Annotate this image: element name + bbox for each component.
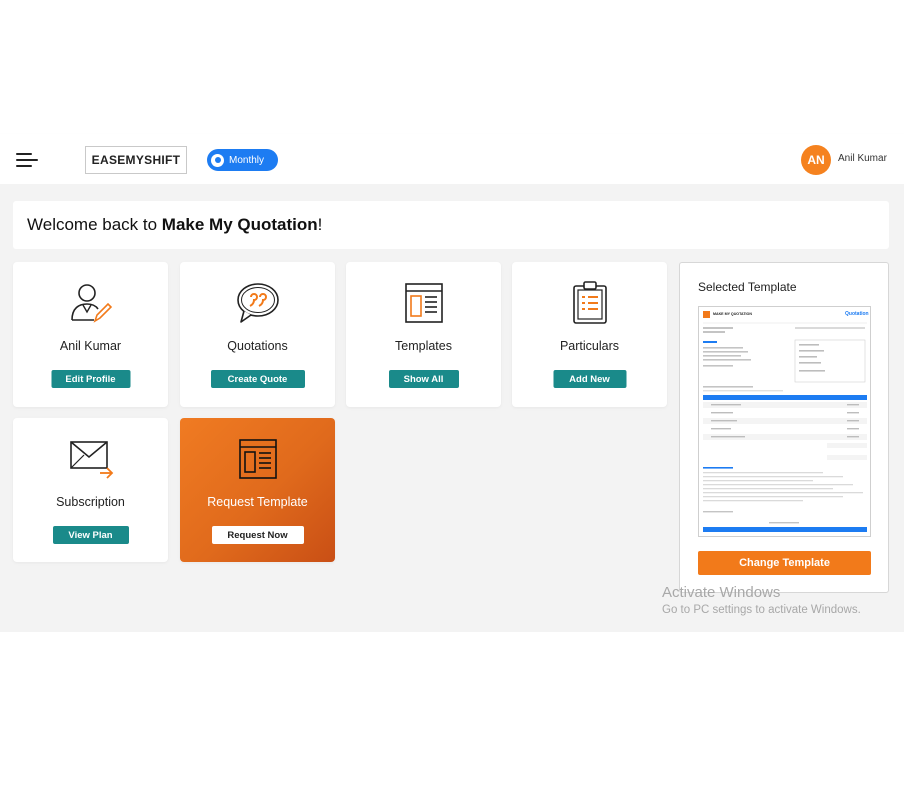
template-layout-icon <box>404 283 443 323</box>
dashboard-content: Welcome back to Make My Quotation! Anil … <box>0 184 904 632</box>
quotations-card: Quotations Create Quote <box>180 262 335 407</box>
particulars-card-title: Particulars <box>559 339 620 353</box>
request-template-card-title: Request Template <box>207 495 308 509</box>
top-navbar: EASEMYSHIFT Monthly AN Anil Kumar <box>0 134 904 184</box>
show-all-button[interactable]: Show All <box>388 370 459 388</box>
selected-template-title: Selected Template <box>698 280 797 294</box>
templates-card-title: Templates <box>395 339 452 353</box>
user-name[interactable]: Anil Kumar <box>838 153 887 164</box>
template-preview[interactable]: MAKE MY QUOTATION Quotation <box>698 306 871 537</box>
company-name-badge[interactable]: EASEMYSHIFT <box>85 146 187 174</box>
preview-brand: MAKE MY QUOTATION <box>713 312 752 316</box>
request-template-card: Request Template Request Now <box>180 418 335 562</box>
view-plan-button[interactable]: View Plan <box>52 526 129 544</box>
watermark-line1: Activate Windows <box>662 584 781 601</box>
change-template-button[interactable]: Change Template <box>698 551 871 575</box>
welcome-prefix: Welcome back to <box>27 215 162 234</box>
profile-card: Anil Kumar Edit Profile <box>13 262 168 407</box>
add-new-button[interactable]: Add New <box>553 370 626 388</box>
chat-quote-icon <box>236 283 279 323</box>
preview-heading: Quotation <box>845 311 869 317</box>
clipboard-list-icon <box>572 281 607 324</box>
plan-label: Monthly <box>229 154 265 166</box>
selected-template-panel: Selected Template MAKE MY QUOTATION Quot… <box>679 262 889 593</box>
request-now-button[interactable]: Request Now <box>211 526 304 544</box>
user-edit-icon <box>70 284 112 323</box>
particulars-card: Particulars Add New <box>512 262 667 407</box>
subscription-card-title: Subscription <box>56 495 125 509</box>
watermark-line2: Go to PC settings to activate Windows. <box>662 604 861 616</box>
avatar[interactable]: AN <box>801 145 831 175</box>
plan-toggle[interactable]: Monthly <box>207 149 278 171</box>
app-name: Make My Quotation <box>161 215 318 234</box>
mail-send-icon <box>69 441 113 479</box>
template-preview-image: MAKE MY QUOTATION Quotation <box>703 311 869 532</box>
edit-profile-button[interactable]: Edit Profile <box>51 370 130 388</box>
radio-dot-icon <box>211 153 224 167</box>
subscription-card: Subscription View Plan <box>13 418 168 562</box>
quotations-card-title: Quotations <box>227 339 288 353</box>
template-layout-icon <box>238 439 277 479</box>
profile-card-title: Anil Kumar <box>59 339 122 353</box>
templates-card: Templates Show All <box>346 262 501 407</box>
welcome-suffix: ! <box>317 215 323 234</box>
activate-windows-watermark: Activate Windows Go to PC settings to ac… <box>662 584 861 616</box>
create-quote-button[interactable]: Create Quote <box>210 370 305 388</box>
welcome-banner: Welcome back to Make My Quotation! <box>13 201 889 249</box>
hamburger-menu-icon[interactable] <box>16 153 38 167</box>
